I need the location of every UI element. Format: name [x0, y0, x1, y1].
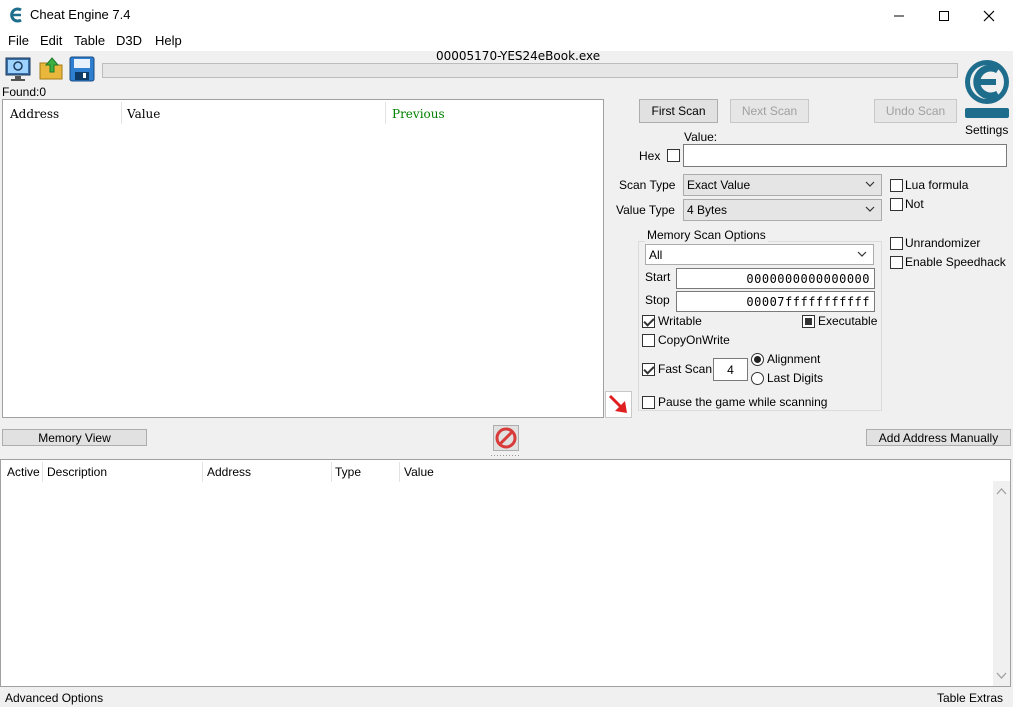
- enable-speedhack-checkbox[interactable]: [890, 256, 903, 269]
- scan-type-value: Exact Value: [687, 178, 751, 192]
- address-list-header-address[interactable]: Address: [207, 465, 251, 479]
- menu-help[interactable]: Help: [155, 33, 182, 48]
- fast-scan-alignment-input[interactable]: 4: [713, 358, 748, 381]
- window-title: Cheat Engine 7.4: [30, 7, 131, 22]
- minimize-icon[interactable]: [876, 0, 922, 31]
- stop-label: Stop: [645, 293, 670, 307]
- unrandomizer-label: Unrandomizer: [905, 236, 981, 250]
- open-file-icon[interactable]: [38, 55, 66, 83]
- column-divider: [121, 102, 122, 124]
- address-list-header-active[interactable]: Active: [7, 465, 40, 479]
- results-header-value[interactable]: Value: [127, 107, 160, 121]
- menu-edit[interactable]: Edit: [40, 33, 62, 48]
- found-count: Found:0: [2, 85, 47, 99]
- column-divider: [385, 102, 386, 124]
- results-header-address[interactable]: Address: [10, 107, 59, 121]
- title-bar: Cheat Engine 7.4: [0, 0, 1013, 31]
- cheat-engine-logo[interactable]: [962, 52, 1012, 120]
- menu-file[interactable]: File: [8, 33, 29, 48]
- advanced-options-link[interactable]: Advanced Options: [5, 691, 103, 705]
- open-process-icon[interactable]: [4, 55, 32, 83]
- column-divider: [399, 462, 400, 482]
- writable-label: Writable: [658, 314, 702, 328]
- fast-scan-checkbox[interactable]: [642, 363, 655, 376]
- chevron-down-icon: [857, 251, 867, 257]
- add-address-manually-button[interactable]: Add Address Manually: [866, 429, 1011, 446]
- chevron-down-icon: [865, 206, 875, 212]
- not-checkbox[interactable]: [890, 198, 903, 211]
- scroll-down-icon: [996, 672, 1007, 679]
- scan-results-list[interactable]: Address Value Previous: [2, 99, 604, 418]
- unrandomizer-checkbox[interactable]: [890, 237, 903, 250]
- scan-type-select[interactable]: Exact Value: [683, 174, 882, 196]
- value-type-value: 4 Bytes: [687, 203, 728, 217]
- chevron-down-icon: [865, 181, 875, 187]
- hex-checkbox[interactable]: [667, 149, 680, 162]
- results-header-previous[interactable]: Previous: [392, 107, 445, 121]
- process-name: 00005170-YES24eBook.exe: [436, 49, 601, 63]
- alignment-label: Alignment: [767, 352, 821, 366]
- start-label: Start: [645, 270, 671, 284]
- last-digits-label: Last Digits: [767, 371, 824, 385]
- first-scan-button[interactable]: First Scan: [639, 99, 718, 123]
- alignment-radio[interactable]: [751, 353, 764, 366]
- add-to-list-arrow-icon[interactable]: [605, 391, 632, 418]
- hex-label: Hex: [639, 149, 661, 163]
- address-list-header-type[interactable]: Type: [335, 465, 361, 479]
- value-input[interactable]: [683, 144, 1007, 167]
- executable-label: Executable: [818, 314, 878, 328]
- address-list-header-value[interactable]: Value: [404, 465, 434, 479]
- memory-scan-options-title: Memory Scan Options: [645, 228, 768, 242]
- value-label: Value:: [684, 130, 718, 144]
- scroll-up-icon: [996, 488, 1007, 495]
- table-extras-link[interactable]: Table Extras: [937, 691, 1003, 705]
- stop-address-input[interactable]: 00007fffffffffff: [676, 291, 875, 312]
- cheat-engine-app-icon: [9, 7, 25, 23]
- last-digits-radio[interactable]: [751, 372, 764, 385]
- column-divider: [331, 462, 332, 482]
- column-divider: [202, 462, 203, 482]
- scan-type-label: Scan Type: [619, 178, 676, 192]
- value-type-label: Value Type: [616, 203, 675, 217]
- value-type-select[interactable]: 4 Bytes: [683, 199, 882, 221]
- lua-formula-label: Lua formula: [905, 178, 969, 192]
- splitter-handle[interactable]: [491, 454, 521, 457]
- memory-region-value: All: [649, 247, 663, 262]
- executable-checkbox[interactable]: [802, 315, 815, 328]
- address-list[interactable]: Active Description Address Type Value: [0, 459, 1011, 687]
- next-scan-button[interactable]: Next Scan: [730, 99, 809, 123]
- memory-region-select[interactable]: All: [645, 244, 874, 265]
- enable-speedhack-label: Enable Speedhack: [905, 255, 1006, 269]
- scan-progress-bar: [102, 63, 958, 78]
- close-icon[interactable]: [966, 0, 1012, 31]
- save-icon[interactable]: [68, 55, 96, 83]
- menu-d3d[interactable]: D3D: [116, 33, 142, 48]
- not-label: Not: [905, 197, 924, 211]
- address-list-header-description[interactable]: Description: [47, 465, 107, 479]
- memory-view-button[interactable]: Memory View: [2, 429, 147, 446]
- copyonwrite-label: CopyOnWrite: [658, 333, 730, 347]
- copyonwrite-checkbox[interactable]: [642, 334, 655, 347]
- undo-scan-button[interactable]: Undo Scan: [874, 99, 957, 123]
- start-address-input[interactable]: 0000000000000000: [676, 268, 875, 289]
- column-divider: [42, 462, 43, 482]
- address-list-scrollbar[interactable]: [993, 481, 1010, 686]
- pause-game-label: Pause the game while scanning: [658, 395, 828, 409]
- stop-scan-icon[interactable]: [493, 425, 519, 451]
- maximize-icon[interactable]: [921, 0, 967, 31]
- menu-table[interactable]: Table: [74, 33, 105, 48]
- pause-game-checkbox[interactable]: [642, 396, 655, 409]
- fast-scan-label: Fast Scan: [658, 362, 713, 376]
- menu-bar: File Edit Table D3D Help: [0, 31, 1013, 51]
- lua-formula-checkbox[interactable]: [890, 179, 903, 192]
- settings-link[interactable]: Settings: [965, 123, 1008, 137]
- writable-checkbox[interactable]: [642, 315, 655, 328]
